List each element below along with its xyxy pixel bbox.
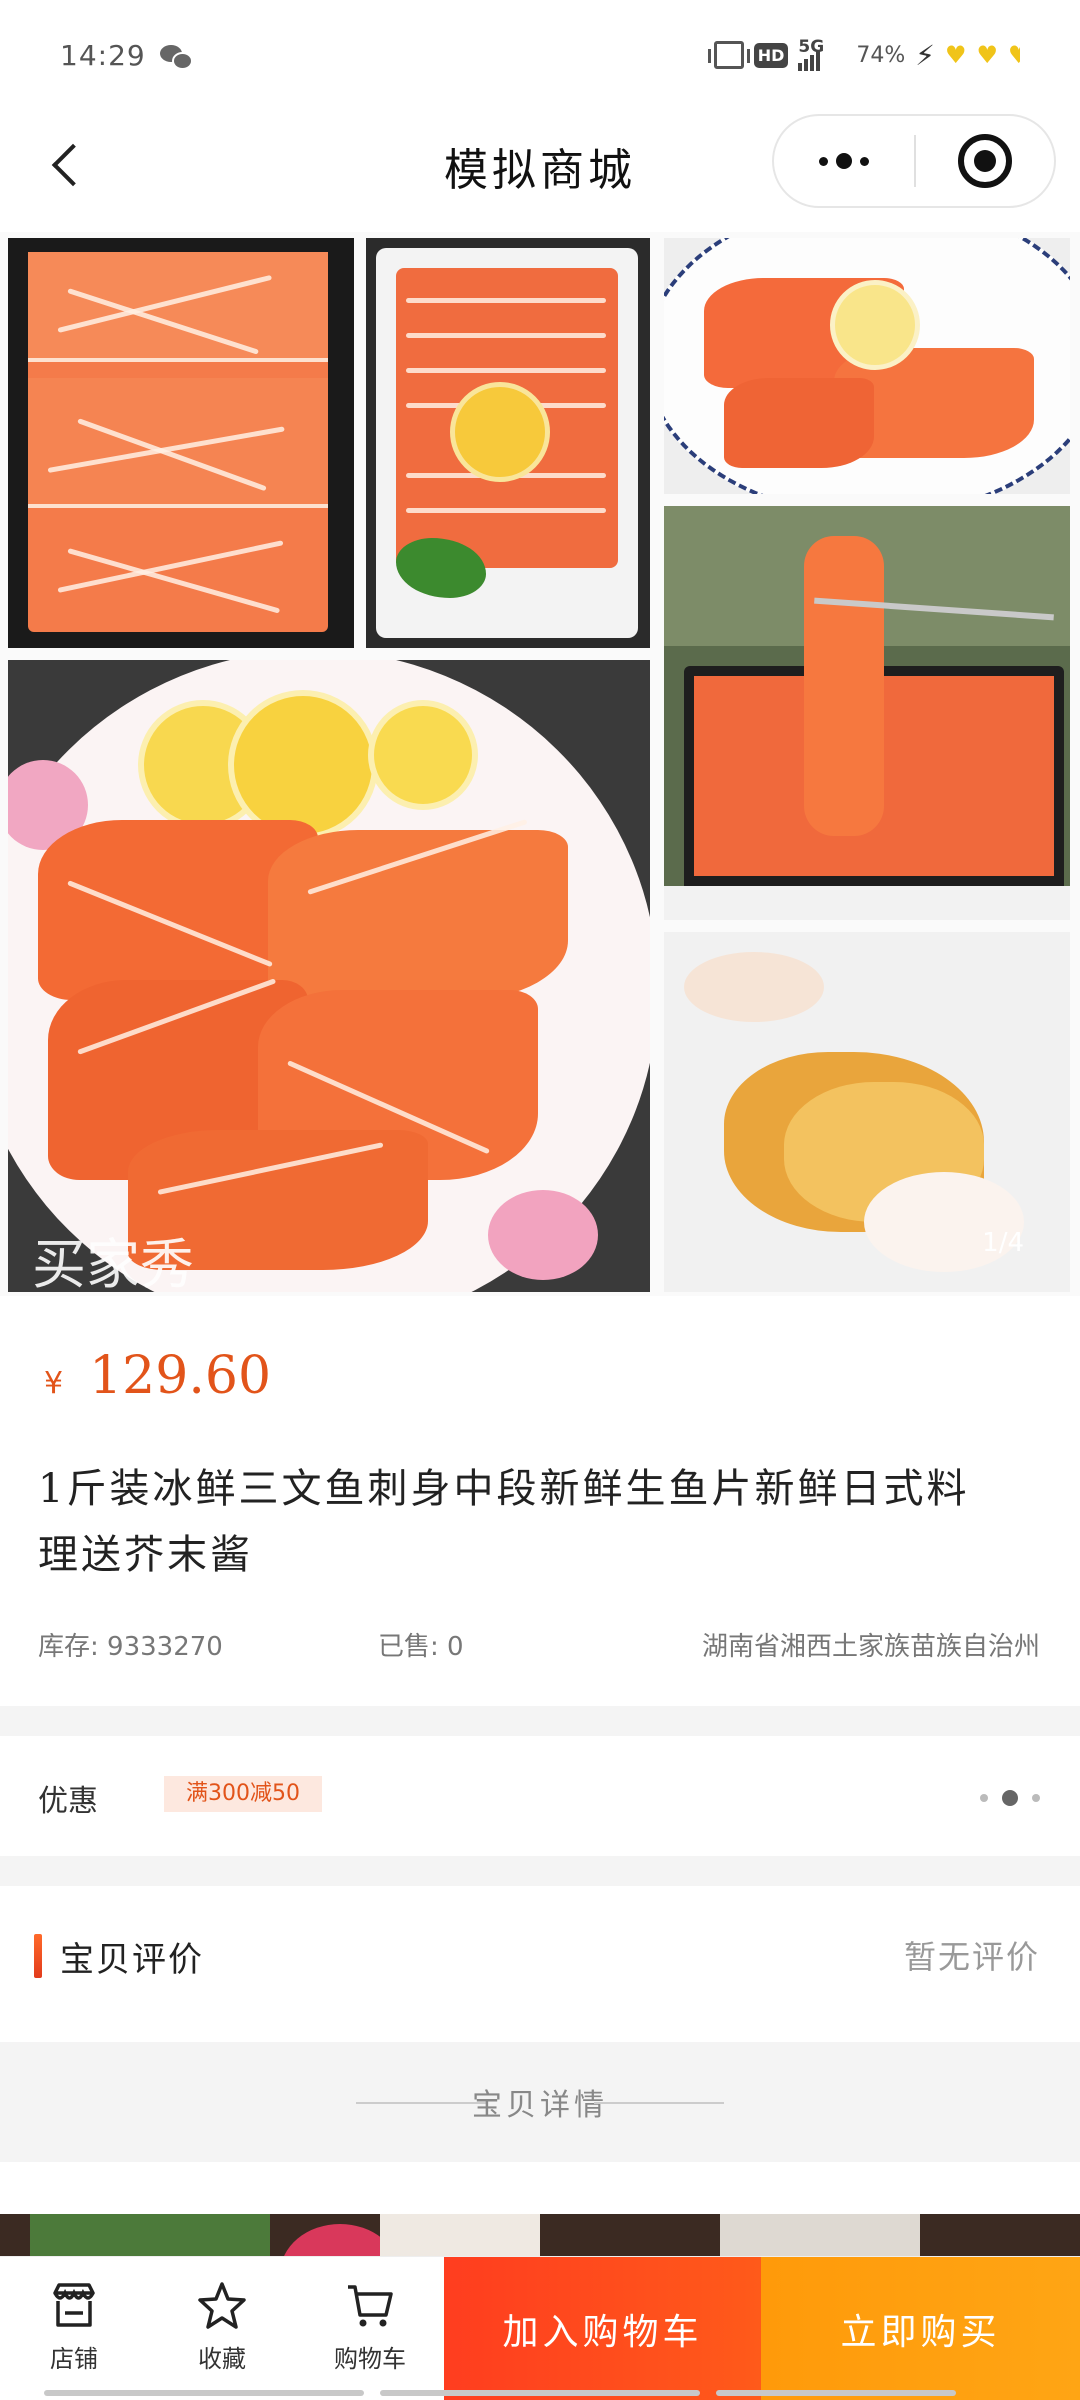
currency-symbol: ¥	[44, 1366, 64, 1401]
star-icon	[198, 2282, 246, 2329]
signal-bars	[798, 39, 821, 71]
sold-count: 已售: 0	[378, 1632, 464, 1662]
no-reviews-text[interactable]: 暂无评价	[904, 1932, 1040, 1978]
divider-line-right	[594, 2102, 724, 2104]
store-icon	[53, 2283, 95, 2327]
hd-badge: HD	[753, 42, 789, 68]
reviews-section: 宝贝评价 暂无评价	[0, 1886, 1080, 2042]
promotion-tag[interactable]: 满300减50	[164, 1776, 322, 1812]
bottom-action-bar: 店铺 收藏 购物车 加入购物车 立即购买	[0, 2256, 1080, 2400]
cart-tab[interactable]: 购物车	[296, 2257, 444, 2400]
signal-icon: 5G	[798, 39, 846, 71]
favorite-tab-label: 收藏	[198, 2345, 246, 2373]
back-icon[interactable]	[44, 140, 92, 188]
product-photo-plate	[664, 238, 1070, 494]
product-photo-tray	[8, 238, 354, 648]
details-header: 宝贝详情	[0, 2042, 1080, 2162]
status-time: 14:29	[60, 38, 146, 72]
section-divider	[0, 1856, 1080, 1886]
section-divider	[0, 1706, 1080, 1736]
section-divider	[0, 2162, 1080, 2214]
product-meta: 库存: 9333270 已售: 0 湖南省湘西土家族苗族自治州	[38, 1626, 1040, 1666]
add-to-cart-button[interactable]: 加入购物车	[444, 2257, 761, 2400]
charging-icon: ⚡	[915, 38, 935, 72]
more-icon[interactable]	[980, 1790, 1040, 1806]
product-title: 1斤装冰鲜三文鱼刺身中段新鲜生鱼片新鲜日式料理送芥末酱	[38, 1466, 970, 1578]
home-indicator	[44, 2390, 364, 2396]
section-accent-bar	[34, 1934, 42, 1978]
battery-percentage: 74%	[856, 42, 906, 68]
buy-now-button[interactable]: 立即购买	[761, 2257, 1080, 2400]
heart-icon: ♥	[976, 41, 998, 69]
status-indicators: HD 5G 74% ⚡ ♥ ♥ ♥	[707, 38, 1020, 72]
stock-count: 库存: 9333270	[38, 1632, 223, 1662]
product-photo-plate-large: 买家秀	[8, 660, 650, 1292]
home-indicator	[380, 2390, 700, 2396]
target-icon	[958, 134, 1012, 188]
reviews-title: 宝贝评价	[60, 1940, 204, 1980]
status-bar: 14:29 HD 5G 74% ⚡ ♥ ♥ ♥	[0, 0, 1080, 110]
favorite-tab[interactable]: 收藏	[148, 2257, 296, 2400]
heart-icon: ♥	[1008, 41, 1020, 69]
cart-tab-label: 购物车	[334, 2345, 406, 2373]
close-mini-program-button[interactable]	[916, 116, 1054, 206]
vibrate-icon	[707, 41, 750, 69]
promotion-row[interactable]: 优惠 满300减50	[0, 1736, 1080, 1856]
product-photo-chopsticks	[664, 506, 1070, 920]
mini-program-capsule	[772, 114, 1056, 208]
image-counter: 1/4	[982, 1228, 1024, 1258]
more-options-button[interactable]	[774, 116, 914, 206]
home-indicator	[716, 2390, 956, 2396]
promotion-label: 优惠	[38, 1784, 98, 1819]
product-photo-dish	[366, 238, 650, 648]
product-price: 129.60	[89, 1346, 272, 1406]
heart-icon: ♥	[944, 41, 967, 69]
store-tab[interactable]: 店铺	[0, 2257, 148, 2400]
product-image-carousel[interactable]: 买家秀 1/4	[0, 232, 1080, 1296]
nav-bar: 模拟商城	[0, 110, 1080, 218]
details-title: 宝贝详情	[472, 2088, 608, 2123]
store-tab-label: 店铺	[50, 2345, 98, 2373]
image-watermark: 买家秀	[32, 1233, 194, 1292]
cart-icon	[348, 2285, 393, 2327]
shipping-location: 湖南省湘西土家族苗族自治州	[701, 1632, 1040, 1662]
wechat-notification-icon	[159, 43, 193, 70]
price-row: ¥ 129.60	[44, 1346, 271, 1406]
